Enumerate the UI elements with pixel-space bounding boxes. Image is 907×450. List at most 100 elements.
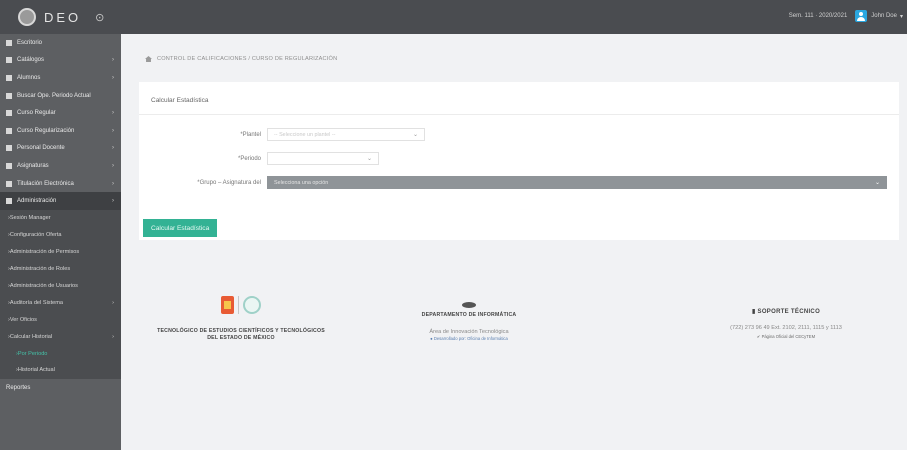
submenu-item[interactable]: › Administración de Usuarios — [0, 278, 121, 295]
sidebar-item-label: Buscar Ope. Periodo Actual — [17, 92, 91, 99]
sidebar-item-label: Curso Regular — [17, 110, 56, 117]
submenu-item[interactable]: › Sesión Manager — [0, 210, 121, 227]
department-small[interactable]: ● Desarrollado por: Oficina de Informáti… — [389, 336, 549, 341]
breadcrumb-text: CONTROL DE CALIFICACIONES / CURSO DE REG… — [157, 56, 338, 62]
submenu-item[interactable]: › Auditoría del Sistema › — [0, 294, 121, 311]
grupo-label: *Grupo – Asignatura del — [197, 179, 261, 186]
user-menu[interactable]: John Doe ▾ — [855, 10, 903, 22]
main-content: CONTROL DE CALIFICACIONES / CURSO DE REG… — [121, 34, 907, 450]
submenu-item-label: Historial Actual — [17, 367, 55, 374]
admin-icon — [6, 198, 12, 205]
sidebar-item-label: Reportes — [6, 384, 31, 391]
periodo-select[interactable]: ⌄ — [267, 152, 379, 165]
submenu-item[interactable]: › Administración de Roles — [0, 261, 121, 278]
submenu-item[interactable]: › Configuración Oferta — [0, 227, 121, 244]
submenu-item[interactable]: › Administración de Permisos — [0, 244, 121, 261]
periodo-label: *Periodo — [237, 155, 261, 162]
institution-line2: DEL ESTADO DE MÉXICO — [207, 334, 275, 341]
sidebar-item-label: Administración — [17, 198, 57, 205]
sidebar-item-personal-docente[interactable]: Personal Docente › — [0, 140, 121, 158]
sidebar-item-administracion[interactable]: Administración › — [0, 192, 121, 210]
user-name: John Doe — [871, 13, 897, 19]
official-page-link[interactable]: ✔ Página Oficial del CECyTEM — [681, 334, 891, 339]
chevron-right-icon: › — [112, 145, 114, 152]
breadcrumb: CONTROL DE CALIFICACIONES / CURSO DE REG… — [145, 56, 337, 62]
submenu-item-nested[interactable]: › Por Periodo — [0, 345, 121, 362]
chevron-down-icon: ⌄ — [366, 156, 372, 162]
book-icon — [6, 162, 12, 169]
submenu-item-label: Administración de Usuarios — [9, 282, 78, 289]
brand-name: DEO — [44, 9, 82, 25]
sidebar-item-asignaturas[interactable]: Asignaturas › — [0, 157, 121, 175]
sidebar-item-curso-regular[interactable]: Curso Regular › — [0, 104, 121, 122]
footer-institution: TECNOLÓGICO DE ESTUDIOS CIENTÍFICOS Y TE… — [141, 296, 341, 341]
chevron-right-icon: › — [112, 180, 114, 187]
brand-logo-icon — [18, 8, 36, 26]
form-card: Calcular Estadística *Plantel -- Selecci… — [139, 82, 899, 240]
footer-department: DEPARTAMENTO DE INFORMÁTICA Área de Inno… — [389, 302, 549, 341]
user-icon — [855, 10, 868, 22]
chevron-right-icon: › — [112, 198, 114, 205]
submenu-item-label: Auditoría del Sistema — [9, 299, 64, 306]
chevron-right-icon: › — [112, 110, 114, 117]
sidebar-item-label: Personal Docente — [17, 145, 65, 152]
sidebar-item-curso-regularizacion[interactable]: Curso Regularización › — [0, 122, 121, 140]
teacher-icon — [6, 145, 12, 152]
top-bar: DEO ⊙ Sem. 111 · 2020/2021 John Doe ▾ — [0, 0, 907, 34]
students-icon — [6, 74, 12, 81]
sidebar-item-catalogos[interactable]: Catálogos › — [0, 52, 121, 70]
sidebar-item-label: Escritorio — [17, 39, 43, 46]
plantel-placeholder: -- Seleccione un plantel -- — [274, 131, 336, 138]
search-icon — [6, 92, 12, 99]
divider — [238, 296, 239, 314]
footer-support: ▮ SOPORTE TÉCNICO (722) 273 96 49 Ext. 2… — [681, 308, 891, 339]
submenu-item-label: Ver Oficios — [9, 316, 37, 323]
department-logo-icon — [462, 302, 476, 308]
sidebar-item-label: Titulación Electrónica — [17, 180, 74, 187]
sidebar-item-label: Alumnos — [17, 74, 41, 81]
grupo-select[interactable]: Selecciona una opción ⌄ — [267, 176, 887, 189]
sidebar-item-alumnos[interactable]: Alumnos › — [0, 69, 121, 87]
submenu-item-label: Administración de Roles — [9, 266, 71, 273]
support-phone: (722) 273 96 49 Ext. 2102, 2111, 1115 y … — [730, 325, 842, 331]
brand[interactable]: DEO ⊙ — [18, 8, 104, 26]
course-reg-icon — [6, 127, 12, 134]
divider — [139, 114, 899, 115]
education-logo-icon — [243, 296, 261, 314]
institution-line1: TECNOLÓGICO DE ESTUDIOS CIENTÍFICOS Y TE… — [157, 328, 325, 334]
chevron-right-icon: › — [112, 74, 114, 81]
submenu-item-nested[interactable]: › Historial Actual — [0, 362, 121, 379]
plantel-label: *Plantel — [240, 131, 261, 138]
submenu-item-label: Configuración Oferta — [9, 232, 62, 239]
form-row-grupo: *Grupo – Asignatura del Selecciona una o… — [139, 176, 887, 189]
department-line: Área de Innovación Tecnológica — [429, 328, 509, 335]
catalog-icon — [6, 57, 12, 64]
submenu-item-label: Sesión Manager — [9, 215, 51, 222]
sidebar-item-titulacion-electronica[interactable]: Titulación Electrónica › — [0, 175, 121, 193]
dashboard-icon — [6, 39, 12, 46]
submenu-item-label: Por Periodo — [17, 350, 48, 357]
sidebar-item-label: Asignaturas — [17, 162, 49, 169]
submenu-item[interactable]: › Calcular Historial › — [0, 328, 121, 345]
submenu-item-label: Calcular Historial — [9, 333, 53, 340]
home-icon[interactable] — [145, 56, 152, 62]
state-logo-icon — [221, 296, 234, 314]
submenu-item[interactable]: › Ver Oficios — [0, 311, 121, 328]
chevron-right-icon: › — [112, 127, 114, 134]
sidebar-item-label: Curso Regularización — [17, 127, 75, 134]
chevron-right-icon: › — [112, 299, 114, 306]
chevron-down-icon: ⌄ — [874, 180, 880, 186]
plantel-select[interactable]: -- Seleccione un plantel -- ⌄ — [267, 128, 425, 141]
course-icon — [6, 110, 12, 117]
sidebar-item-reportes[interactable]: Reportes — [0, 379, 121, 397]
support-title: ▮ SOPORTE TÉCNICO — [751, 309, 821, 315]
diploma-icon — [6, 180, 12, 187]
chevron-right-icon: › — [112, 333, 114, 340]
calcular-estadistica-button[interactable]: Calcular Estadística — [143, 219, 218, 237]
chevron-right-icon: › — [112, 162, 114, 169]
sidebar-toggle-icon[interactable]: ⊙ — [95, 11, 104, 24]
sidebar: Escritorio Catálogos › Alumnos › Buscar Ope. … — [0, 34, 121, 450]
sidebar-item-escritorio[interactable]: Escritorio — [0, 34, 121, 52]
card-title: Calcular Estadística — [151, 97, 209, 104]
sidebar-item-buscar-ope-periodo-actual[interactable]: Buscar Ope. Periodo Actual — [0, 87, 121, 105]
